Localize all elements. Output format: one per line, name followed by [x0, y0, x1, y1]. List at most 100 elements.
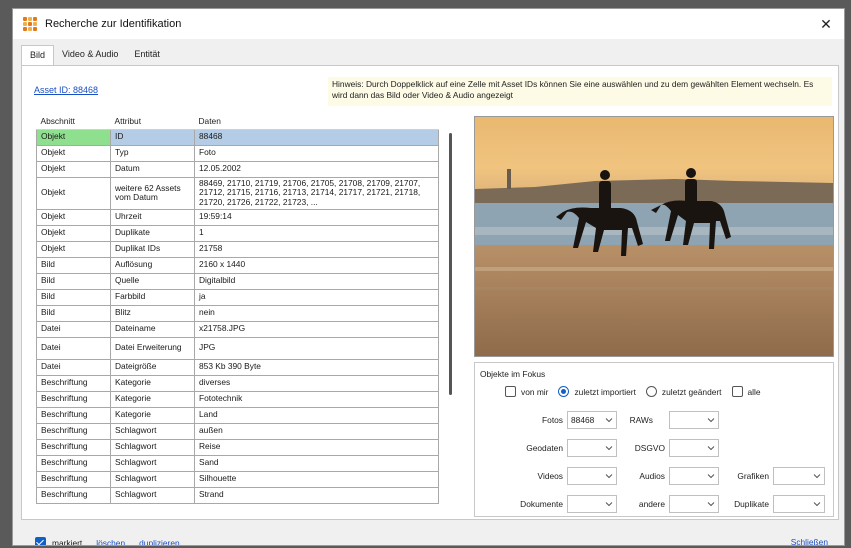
- cell-attribut[interactable]: Dateiname: [110, 320, 195, 338]
- cell-daten[interactable]: 19:59:14: [194, 208, 439, 226]
- cell-abschnitt[interactable]: Objekt: [36, 224, 111, 242]
- table-row[interactable]: Datei Dateigröße 853 Kb 390 Byte: [36, 358, 439, 376]
- cell-attribut[interactable]: Farbbild: [110, 288, 195, 306]
- table-row[interactable]: Objekt ID 88468: [36, 128, 439, 146]
- cell-attribut[interactable]: Kategorie: [110, 406, 195, 424]
- cell-daten[interactable]: Land: [194, 406, 439, 424]
- cell-abschnitt[interactable]: Beschriftung: [36, 406, 111, 424]
- cell-daten[interactable]: Foto: [194, 144, 439, 162]
- table-row[interactable]: Bild Farbbild ja: [36, 288, 439, 306]
- cell-abschnitt[interactable]: Datei: [36, 336, 111, 360]
- cell-attribut[interactable]: Dateigröße: [110, 358, 195, 376]
- cell-daten[interactable]: 88469, 21710, 21719, 21706, 21705, 21708…: [194, 176, 439, 210]
- cell-attribut[interactable]: Schlagwort: [110, 470, 195, 488]
- cell-abschnitt[interactable]: Objekt: [36, 128, 111, 146]
- cell-daten[interactable]: ja: [194, 288, 439, 306]
- close-icon[interactable]: ✕: [814, 13, 838, 35]
- cell-attribut[interactable]: Schlagwort: [110, 454, 195, 472]
- cell-attribut[interactable]: Duplikate: [110, 224, 195, 242]
- checkbox-icon[interactable]: [731, 386, 743, 397]
- schliessen-link[interactable]: Schließen: [791, 537, 828, 545]
- cell-daten[interactable]: Sand: [194, 454, 439, 472]
- cell-daten[interactable]: Strand: [194, 486, 439, 504]
- cell-abschnitt[interactable]: Bild: [36, 256, 111, 274]
- cell-daten[interactable]: Reise: [194, 438, 439, 456]
- cell-daten[interactable]: 88468: [194, 128, 439, 146]
- cell-attribut[interactable]: Blitz: [110, 304, 195, 322]
- cell-abschnitt[interactable]: Bild: [36, 288, 111, 306]
- select-andere[interactable]: [669, 495, 719, 513]
- table-row[interactable]: Objekt Duplikate 1: [36, 224, 439, 242]
- cell-abschnitt[interactable]: Objekt: [36, 240, 111, 258]
- select-fotos[interactable]: 88468: [567, 411, 617, 429]
- cell-abschnitt[interactable]: Beschriftung: [36, 486, 111, 504]
- cell-daten[interactable]: Fototechnik: [194, 390, 439, 408]
- table-row[interactable]: Datei Datei Erweiterung JPG: [36, 336, 439, 360]
- cell-abschnitt[interactable]: Beschriftung: [36, 390, 111, 408]
- cell-daten[interactable]: 21758: [194, 240, 439, 258]
- cell-abschnitt[interactable]: Bild: [36, 304, 111, 322]
- checkbox-icon[interactable]: [505, 386, 516, 397]
- cell-attribut[interactable]: Kategorie: [110, 390, 195, 408]
- table-row[interactable]: Beschriftung Schlagwort Silhouette: [36, 470, 439, 488]
- cell-attribut[interactable]: Auflösung: [110, 256, 195, 274]
- cell-daten[interactable]: x21758.JPG: [194, 320, 439, 338]
- select-raws[interactable]: [669, 411, 719, 429]
- table-row[interactable]: Bild Blitz nein: [36, 304, 439, 322]
- option-von-mir[interactable]: von mir: [505, 386, 548, 397]
- cell-daten[interactable]: 12.05.2002: [194, 160, 439, 178]
- table-row[interactable]: Bild Auflösung 2160 x 1440: [36, 256, 439, 274]
- cell-attribut[interactable]: Schlagwort: [110, 422, 195, 440]
- cell-attribut[interactable]: Kategorie: [110, 374, 195, 392]
- table-row[interactable]: Bild Quelle Digitalbild: [36, 272, 439, 290]
- cell-attribut[interactable]: weitere 62 Assets vom Datum: [110, 176, 195, 210]
- asset-id-link[interactable]: Asset ID: 88468: [34, 85, 98, 95]
- cell-attribut[interactable]: Duplikat IDs: [110, 240, 195, 258]
- table-row[interactable]: Objekt weitere 62 Assets vom Datum 88469, …: [36, 176, 439, 210]
- cell-abschnitt[interactable]: Beschriftung: [36, 438, 111, 456]
- cell-abschnitt[interactable]: Datei: [36, 358, 111, 376]
- cell-attribut[interactable]: Schlagwort: [110, 438, 195, 456]
- select-audios[interactable]: [669, 467, 719, 485]
- table-row[interactable]: Beschriftung Schlagwort außen: [36, 422, 439, 440]
- cell-daten[interactable]: Digitalbild: [194, 272, 439, 290]
- select-duplikate[interactable]: [773, 495, 825, 513]
- table-row[interactable]: Beschriftung Kategorie Land: [36, 406, 439, 424]
- cell-attribut[interactable]: Typ: [110, 144, 195, 162]
- table-row[interactable]: Beschriftung Schlagwort Sand: [36, 454, 439, 472]
- cell-attribut[interactable]: Uhrzeit: [110, 208, 195, 226]
- cell-daten[interactable]: 1: [194, 224, 439, 242]
- cell-daten[interactable]: 2160 x 1440: [194, 256, 439, 274]
- tab-bild[interactable]: Bild: [21, 45, 55, 65]
- table-row[interactable]: Objekt Typ Foto: [36, 144, 439, 162]
- cell-abschnitt[interactable]: Bild: [36, 272, 111, 290]
- table-row[interactable]: Objekt Datum 12.05.2002: [36, 160, 439, 178]
- table-row[interactable]: Beschriftung Kategorie Fototechnik: [36, 390, 439, 408]
- cell-abschnitt[interactable]: Objekt: [36, 144, 111, 162]
- cell-abschnitt[interactable]: Objekt: [36, 160, 111, 178]
- cell-daten[interactable]: 853 Kb 390 Byte: [194, 358, 439, 376]
- loeschen-link[interactable]: löschen: [96, 538, 125, 546]
- cell-abschnitt[interactable]: Datei: [36, 320, 111, 338]
- table-row[interactable]: Beschriftung Schlagwort Strand: [36, 486, 439, 504]
- radio-icon[interactable]: [645, 386, 657, 397]
- radio-selected-icon[interactable]: [558, 386, 570, 397]
- column-header-attribut[interactable]: Attribut: [110, 113, 195, 130]
- cell-attribut[interactable]: Datei Erweiterung: [110, 336, 195, 360]
- cell-daten[interactable]: Silhouette: [194, 470, 439, 488]
- option-alle[interactable]: alle: [731, 386, 761, 397]
- cell-attribut[interactable]: Schlagwort: [110, 486, 195, 504]
- tab-video-audio[interactable]: Video & Audio: [54, 45, 126, 65]
- table-row[interactable]: Datei Dateiname x21758.JPG: [36, 320, 439, 338]
- table-row[interactable]: Objekt Uhrzeit 19:59:14: [36, 208, 439, 226]
- table-row[interactable]: Objekt Duplikat IDs 21758: [36, 240, 439, 258]
- table-row[interactable]: Beschriftung Schlagwort Reise: [36, 438, 439, 456]
- attribute-grid[interactable]: Abschnitt Attribut Daten Objekt ID 88468 Ob…: [36, 113, 452, 518]
- cell-daten[interactable]: diverses: [194, 374, 439, 392]
- column-header-abschnitt[interactable]: Abschnitt: [36, 113, 111, 130]
- option-zuletzt-importiert[interactable]: zuletzt importiert: [558, 386, 636, 397]
- cell-abschnitt[interactable]: Beschriftung: [36, 374, 111, 392]
- select-grafiken[interactable]: [773, 467, 825, 485]
- cell-daten[interactable]: nein: [194, 304, 439, 322]
- select-videos[interactable]: [567, 467, 617, 485]
